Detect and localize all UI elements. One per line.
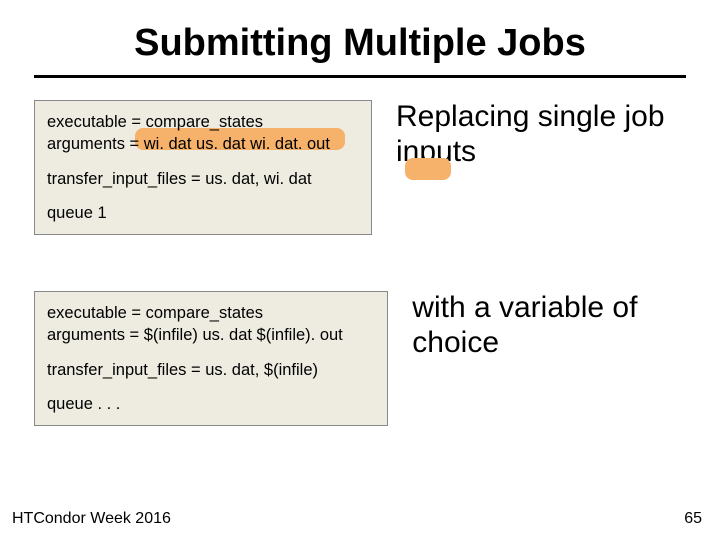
row-1: executable = compare_states arguments = … — [34, 100, 686, 235]
code-line: arguments = $(infile) us. dat $(infile).… — [47, 324, 375, 346]
page-number: 65 — [684, 510, 702, 528]
code-line: queue . . . — [47, 393, 375, 415]
code-line: queue 1 — [47, 202, 359, 224]
slide-title: Submitting Multiple Jobs — [0, 0, 720, 65]
code-line: executable = compare_states — [47, 302, 375, 324]
code-box-1: executable = compare_states arguments = … — [34, 100, 372, 235]
footer-text: HTCondor Week 2016 — [12, 510, 171, 528]
slide: Submitting Multiple Jobs executable = co… — [0, 0, 720, 540]
title-rule — [34, 75, 686, 78]
code-line: transfer_input_files = us. dat, wi. dat — [47, 168, 359, 190]
code-box-2: executable = compare_states arguments = … — [34, 291, 388, 426]
side-text-2: with a variable of choice — [412, 291, 686, 360]
code-line: executable = compare_states — [47, 111, 359, 133]
code-line: transfer_input_files = us. dat, $(infile… — [47, 359, 375, 381]
row-2: executable = compare_states arguments = … — [34, 291, 686, 426]
code-line: arguments = wi. dat us. dat wi. dat. out — [47, 133, 359, 155]
highlight-right-pill — [405, 158, 451, 180]
